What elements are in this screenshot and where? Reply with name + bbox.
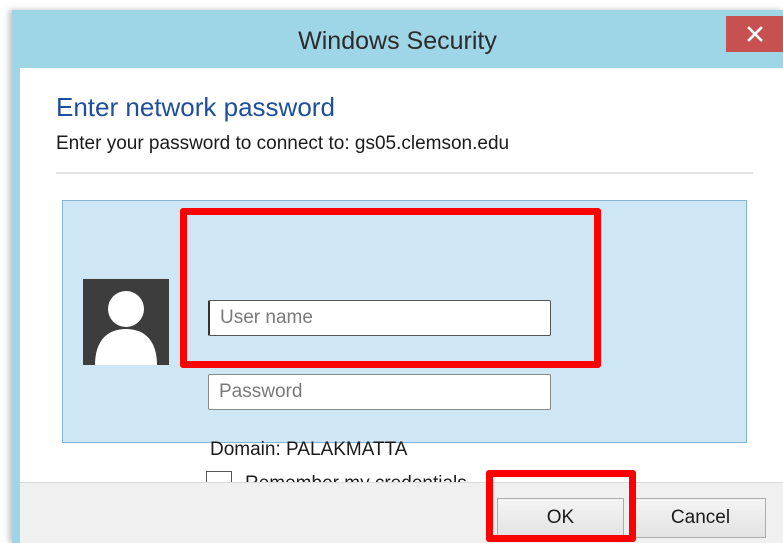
domain-label: Domain: PALAKMATTA <box>210 439 408 460</box>
dialog-heading: Enter network password <box>56 92 335 122</box>
dialog-body: Enter network password Enter your passwo… <box>20 68 783 543</box>
windows-security-dialog: Windows Security Enter network password … <box>12 10 783 543</box>
dialog-subtext: Enter your password to connect to: gs05.… <box>56 133 510 154</box>
title-bar[interactable]: Windows Security <box>12 10 783 68</box>
screen: Windows Security Enter network password … <box>0 0 783 543</box>
password-input[interactable] <box>208 374 551 410</box>
credential-tile: Domain: PALAKMATTA Remember my credentia… <box>62 200 747 497</box>
cancel-button[interactable]: Cancel <box>635 498 766 538</box>
close-icon <box>746 26 763 42</box>
ok-button[interactable]: OK <box>497 498 624 538</box>
user-avatar-icon <box>83 279 169 365</box>
button-bar: OK Cancel <box>20 482 783 543</box>
close-button[interactable] <box>726 16 783 52</box>
separator <box>56 172 753 174</box>
username-input[interactable] <box>208 300 551 336</box>
window-title: Windows Security <box>298 27 497 55</box>
